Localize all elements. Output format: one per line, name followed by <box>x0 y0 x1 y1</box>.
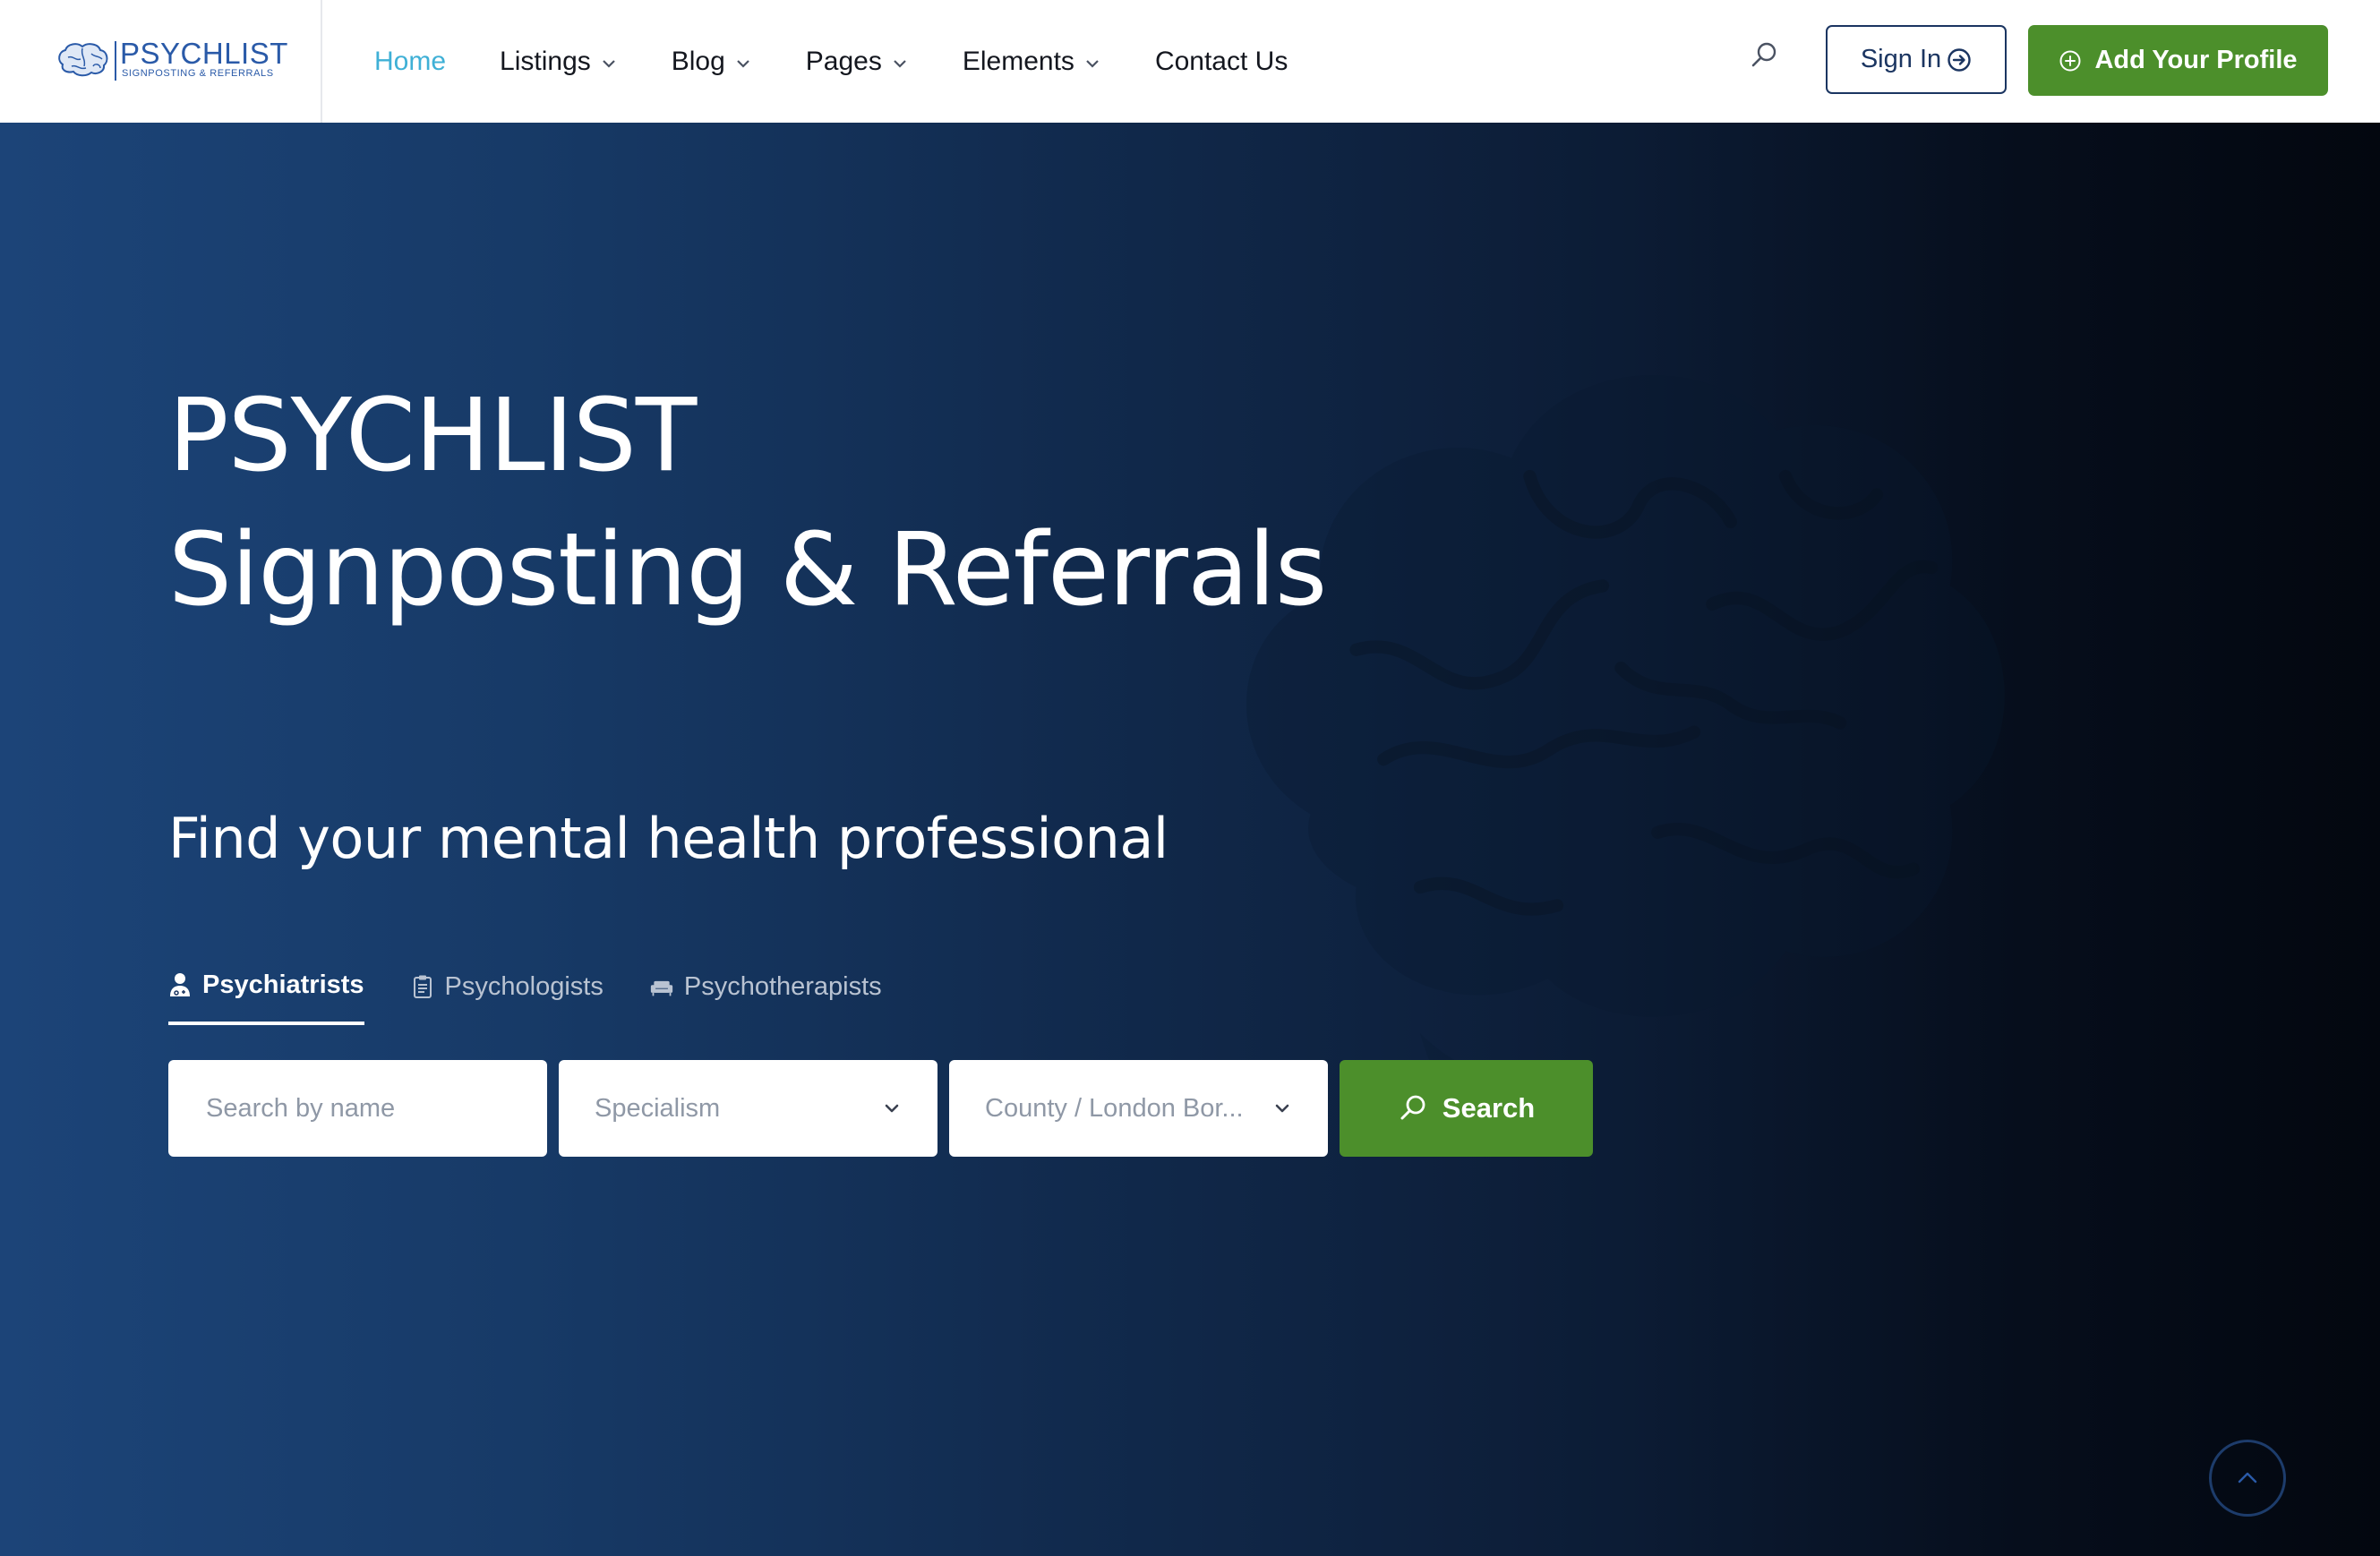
chevron-down-icon <box>885 1104 899 1113</box>
chevron-down-icon <box>602 59 615 68</box>
add-your-profile-button[interactable]: Add Your Profile <box>2028 25 2328 96</box>
search-button[interactable]: Search <box>1340 1060 1593 1157</box>
tab-label: Psychiatrists <box>202 970 364 999</box>
logo[interactable]: PSYCHLIST SIGNPOSTING & REFERRALS <box>0 0 322 123</box>
add-your-profile-label: Add Your Profile <box>2094 46 2298 74</box>
hero-title-line-2: Signposting & Referrals <box>168 512 1327 628</box>
nav-item-elements[interactable]: Elements <box>963 47 1101 77</box>
tab-label: Psychologists <box>444 971 604 1001</box>
search-input[interactable] <box>204 1092 511 1124</box>
county-select-value: County / London Bor... <box>985 1093 1244 1123</box>
clipboard-icon <box>413 975 432 998</box>
nav-item-home[interactable]: Home <box>374 47 446 77</box>
nav-item-blog[interactable]: Blog <box>672 47 752 77</box>
main-nav: Home Listings Blog Pages Elements Contac… <box>374 0 1341 123</box>
nav-item-label: Elements <box>962 46 1074 76</box>
plus-circle-icon <box>2059 50 2081 71</box>
search-button-label: Search <box>1442 1092 1536 1124</box>
tab-psychotherapists[interactable]: Psychotherapists <box>650 948 882 1025</box>
tab-label: Psychotherapists <box>683 971 882 1001</box>
sign-in-label: Sign In <box>1860 45 1942 73</box>
site-header: PSYCHLIST SIGNPOSTING & REFERRALS Home L… <box>0 0 2380 123</box>
nav-item-label: Home <box>374 46 447 76</box>
chevron-down-icon <box>894 59 906 68</box>
chevron-down-icon <box>737 59 749 68</box>
search-icon[interactable] <box>1748 39 1780 72</box>
nav-item-label: Blog <box>671 46 725 76</box>
hero-title: PSYCHLIST Signposting & Referrals <box>168 369 1327 637</box>
nav-item-listings[interactable]: Listings <box>500 47 618 77</box>
chevron-down-icon <box>1086 59 1099 68</box>
nav-item-pages[interactable]: Pages <box>806 47 909 77</box>
nav-item-label: Contact Us <box>1154 46 1288 76</box>
scroll-to-top-button[interactable] <box>2209 1440 2286 1517</box>
logo-tagline: SIGNPOSTING & REFERRALS <box>122 68 274 79</box>
search-form: Specialism County / London Bor... Search <box>168 1060 1593 1157</box>
hero-title-line-1: PSYCHLIST <box>168 378 697 494</box>
brain-logo-icon <box>58 43 108 77</box>
tab-psychiatrists[interactable]: Psychiatrists <box>168 948 364 1025</box>
chevron-down-icon <box>1275 1104 1289 1113</box>
logo-title: PSYCHLIST <box>120 37 288 70</box>
tab-psychologists[interactable]: Psychologists <box>411 948 604 1025</box>
hero-section: PSYCHLIST Signposting & Referrals Find y… <box>0 123 2380 1556</box>
specialism-select[interactable]: Specialism <box>559 1060 937 1157</box>
nav-item-label: Listings <box>500 46 591 76</box>
logo-divider <box>115 41 116 81</box>
arrow-circle-right-icon <box>1948 47 1971 72</box>
specialism-select-value: Specialism <box>595 1093 721 1123</box>
sofa-icon <box>650 980 672 996</box>
sign-in-button[interactable]: Sign In <box>1826 25 2007 94</box>
nav-item-contact-us[interactable]: Contact Us <box>1155 47 1288 77</box>
county-select[interactable]: County / London Bor... <box>949 1060 1328 1157</box>
chevron-up-icon <box>2238 1472 2257 1483</box>
name-search-field[interactable] <box>168 1060 547 1157</box>
professional-tabs: Psychiatrists Psychologists Psychotherap… <box>168 948 929 1029</box>
doctor-icon <box>170 973 190 996</box>
nav-item-label: Pages <box>805 46 882 76</box>
search-icon <box>1400 1095 1425 1120</box>
hero-subtitle: Find your mental health professional <box>168 806 1169 871</box>
